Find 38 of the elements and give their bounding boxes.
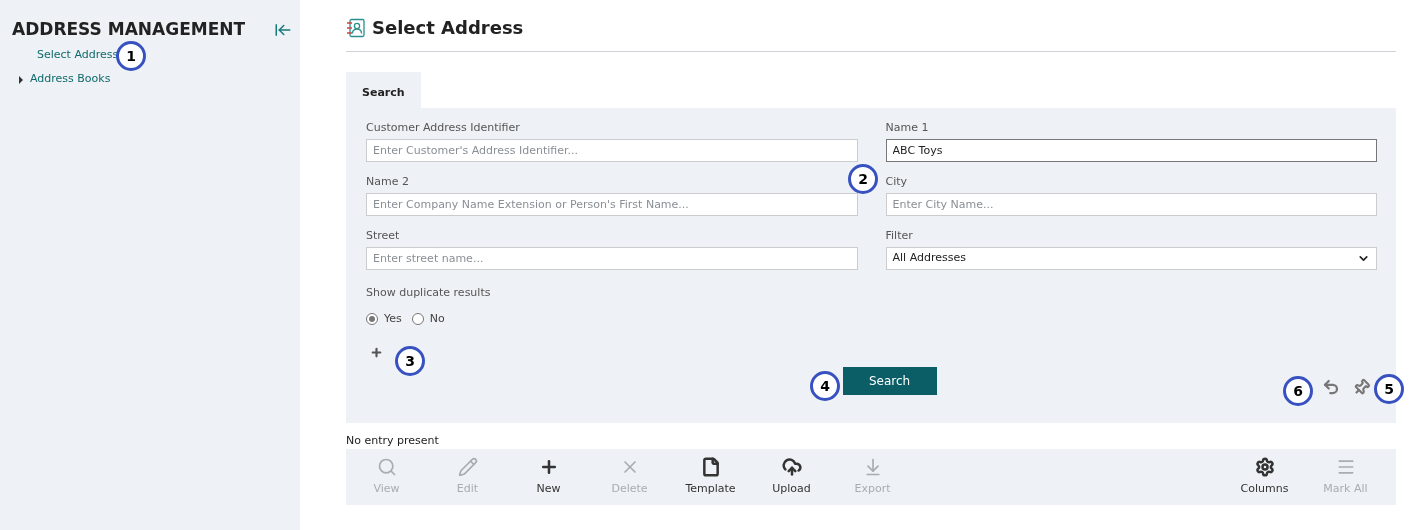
input-field[interactable]: Enter street name... [366, 247, 858, 270]
address-book-icon [346, 17, 366, 38]
input-field[interactable]: Enter Company Name Extension or Person's First Name... [366, 193, 858, 216]
sidebar-item[interactable]: Address Books [30, 71, 111, 88]
undo-icon[interactable] [1322, 378, 1340, 396]
toolbar-button[interactable]: Columns [1224, 449, 1305, 505]
field-label: Street [366, 228, 401, 242]
radio-option[interactable]: Yes [366, 310, 402, 327]
page-title: Select Address [372, 16, 524, 40]
expand-icon[interactable] [19, 75, 23, 84]
cloud-upload-icon [781, 456, 802, 477]
plus-icon[interactable] [370, 346, 383, 359]
sidebar-item[interactable]: Select Address [30, 47, 119, 64]
radio-button[interactable] [366, 312, 378, 325]
field-label: Name 1 [885, 120, 930, 134]
field-label: Name 2 [366, 174, 410, 188]
result-message: No entry present [346, 433, 440, 449]
search-button[interactable]: Search [842, 367, 937, 395]
document-icon [700, 456, 721, 477]
callout-marker: 5 [1374, 374, 1404, 404]
field-label: City [885, 174, 909, 188]
settings-icon [1254, 456, 1275, 477]
pencil-icon [457, 456, 478, 477]
input-field[interactable]: ABC Toys [885, 139, 1377, 162]
toolbar-button[interactable]: Template [670, 449, 751, 505]
input-field[interactable]: Enter City Name... [885, 193, 1377, 216]
input-field[interactable]: Enter Customer's Address Identifier... [366, 139, 858, 162]
radio-button[interactable] [411, 312, 424, 325]
toolbar-button[interactable]: New [508, 449, 589, 505]
field-label: Customer Address Identifier [366, 120, 521, 134]
search-icon [376, 456, 397, 477]
toolbar-button[interactable]: Upload [751, 449, 832, 505]
field-label: Filter [885, 228, 914, 242]
duplicates-label: Show duplicate results [366, 285, 492, 301]
tab[interactable]: Search [346, 72, 421, 108]
radio-option[interactable]: No [411, 310, 445, 327]
filter-select[interactable]: All Addresses [885, 247, 1377, 270]
sidebar-title: ADDRESS MANAGEMENT [12, 18, 247, 41]
